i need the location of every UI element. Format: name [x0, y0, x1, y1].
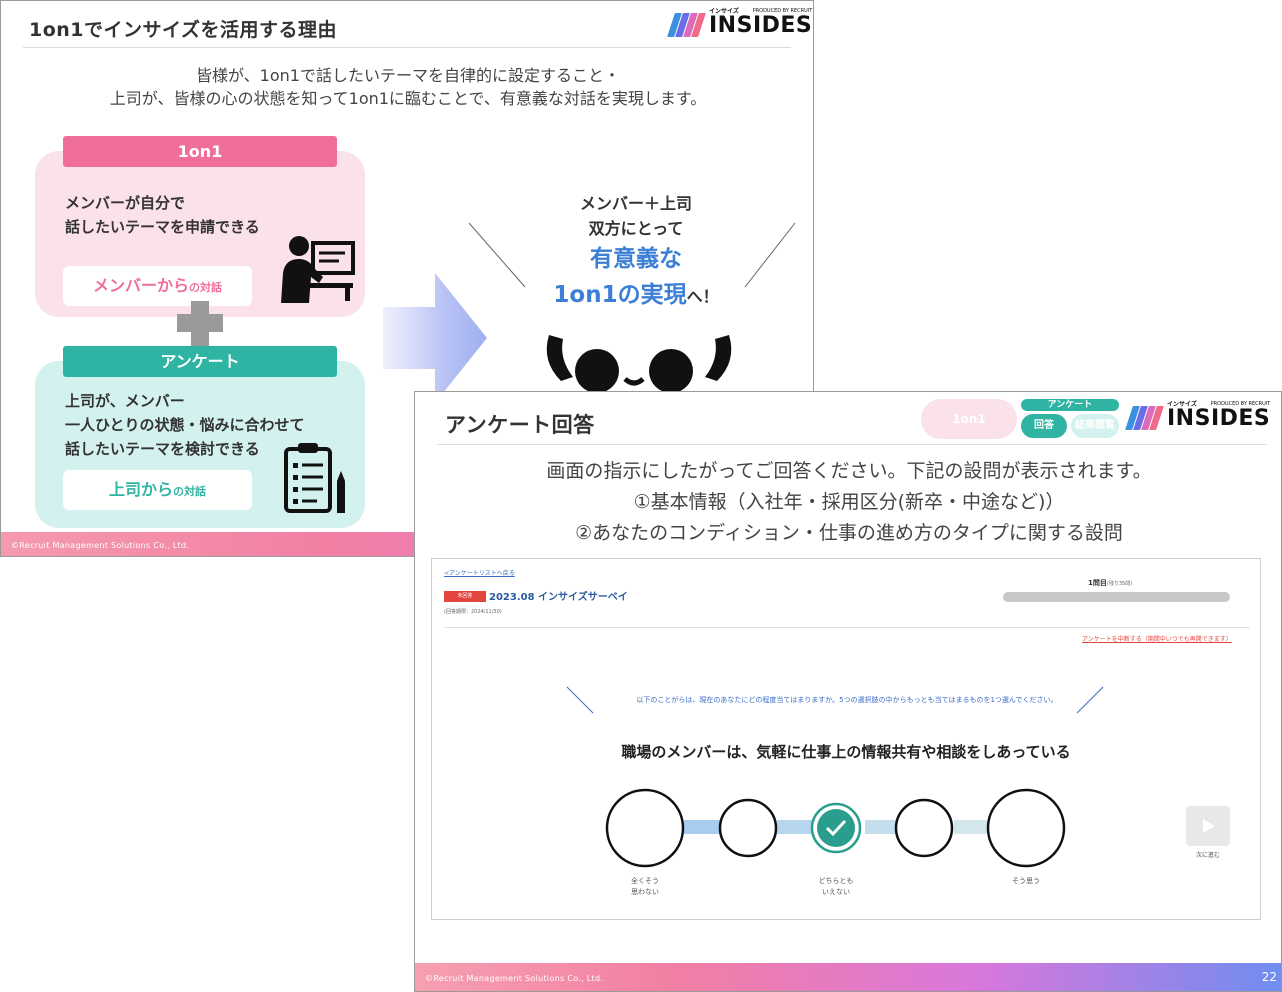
pill-member-dialogue: メンバーからの対話: [63, 266, 252, 306]
step-1on1: 1on1: [921, 399, 1017, 439]
label-line: いえない: [822, 888, 850, 896]
clipboard-checklist-icon: [284, 443, 345, 513]
card-text-line: メンバーが自分で: [65, 194, 186, 212]
scale-option-2[interactable]: [718, 798, 778, 858]
intro-line: 画面の指示にしたがってご回答ください。下記の設問が表示されます。: [546, 460, 1152, 482]
slide2-title: アンケート回答: [445, 413, 595, 437]
slide1-title: 1on1でインサイズを活用する理由: [29, 19, 337, 41]
title-divider: [23, 47, 791, 48]
slide1-intro: 皆様が、1on1で話したいテーマを自律的に設定すること・ 上司が、皆様の心の状態…: [1, 64, 813, 110]
page-number: 22: [1261, 970, 1277, 984]
person-at-desk-icon: [281, 236, 355, 303]
scale-option-4[interactable]: [894, 798, 954, 858]
insides-logo-mark-icon: [1125, 406, 1164, 430]
next-button[interactable]: [1186, 806, 1230, 846]
slide1-conclusion: メンバー＋上司 双方にとって 有意義な 1on1の実現へ！: [531, 191, 741, 313]
plus-icon-bar: [177, 314, 223, 332]
label-line: 思わない: [631, 888, 659, 896]
pill-main: メンバーから: [92, 276, 189, 295]
tag-1on1: 1on1: [63, 136, 337, 167]
survey-screen: ≺アンケートリストへ戻る 未回答 2023.08 インサイズサーベイ (回答期限…: [431, 558, 1261, 920]
cheering-people-icon: [546, 335, 732, 393]
likert-scale: [605, 788, 1066, 868]
scale-option-1[interactable]: [605, 788, 685, 868]
intro-line: ①基本情報（入社年・採用区分(新卒・中途など)）: [633, 491, 1065, 513]
card-survey-text: 上司が、メンバー 一人ひとりの状態・悩みに合わせて 話したいテーマを検討できる: [65, 389, 305, 461]
option-label-1: 全くそう 思わない: [615, 876, 675, 898]
card-text-line: 話したいテーマを検討できる: [65, 440, 260, 458]
card-text-line: 一人ひとりの状態・悩みに合わせて: [65, 416, 305, 434]
pill-boss-dialogue: 上司からの対話: [63, 470, 252, 510]
logo-word: INSIDES: [1167, 406, 1271, 431]
card-text-line: 話したいテーマを申請できる: [65, 218, 260, 236]
conclusion-tail: へ！: [686, 287, 719, 306]
copyright: ©Recruit Management Solutions Co., Ltd.: [11, 541, 190, 550]
insides-logo-mark-icon: [667, 13, 706, 37]
label-line: どちらとも: [818, 877, 854, 885]
right-arrow-icon: [383, 273, 487, 403]
next-label: 次に進む: [1195, 852, 1220, 859]
conclusion-emphasis2: 1on1の実現: [553, 282, 687, 308]
tag-survey: アンケート: [63, 346, 337, 377]
label-line: 全くそう: [631, 877, 659, 885]
conclusion-emphasis1: 有意義な: [590, 246, 682, 272]
insides-logo: インサイズ PRODUCED BY RECRUIT INSIDES: [1125, 402, 1271, 431]
intro-line: 皆様が、1on1で話したいテーマを自律的に設定すること・: [196, 66, 620, 85]
slide2-footer: ©Recruit Management Solutions Co., Ltd. …: [415, 963, 1281, 991]
step-result: 結果閲覧: [1071, 414, 1119, 438]
pill-small: の対話: [189, 281, 222, 294]
title-divider: [437, 444, 1267, 445]
step-survey: アンケート: [1021, 399, 1119, 411]
option-label-3: どちらとも いえない: [806, 876, 866, 898]
conclusion-line1: メンバー＋上司: [579, 194, 692, 213]
scale-option-5[interactable]: [986, 788, 1066, 868]
card-1on1-text: メンバーが自分で 話したいテーマを申請できる: [65, 191, 260, 239]
option-label-5: そう思う: [996, 876, 1056, 887]
slide2-intro: 画面の指示にしたがってご回答ください。下記の設問が表示されます。 ①基本情報（入…: [415, 456, 1281, 549]
copyright: ©Recruit Management Solutions Co., Ltd.: [425, 974, 604, 983]
scale-option-3-selected[interactable]: [810, 802, 862, 854]
step-answer: 回答: [1021, 414, 1067, 438]
slide-survey-answer: アンケート回答 1on1 アンケート 回答 結果閲覧 インサイズ PRODUCED…: [414, 391, 1282, 992]
logo-word: INSIDES: [709, 13, 813, 38]
label-line: そう思う: [1012, 877, 1040, 885]
card-text-line: 上司が、メンバー: [65, 392, 185, 410]
pill-main: 上司から: [108, 480, 173, 499]
insides-logo: インサイズ PRODUCED BY RECRUIT INSIDES: [667, 9, 813, 38]
intro-line: ②あなたのコンディション・仕事の進め方のタイプに関する設問: [575, 522, 1123, 544]
pill-small: の対話: [173, 485, 206, 498]
conclusion-line2: 双方にとって: [588, 219, 684, 238]
intro-line: 上司が、皆様の心の状態を知って1on1に臨むことで、有意義な対話を実現します。: [109, 89, 707, 108]
